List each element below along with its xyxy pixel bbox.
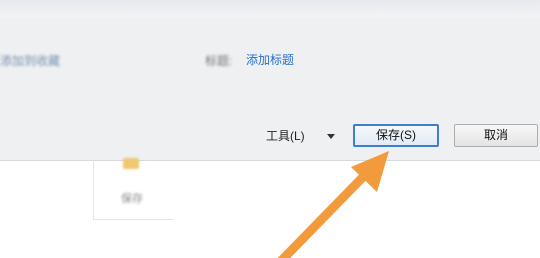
arrow-shaft (277, 173, 367, 258)
orange-pointer-arrow (277, 151, 389, 258)
